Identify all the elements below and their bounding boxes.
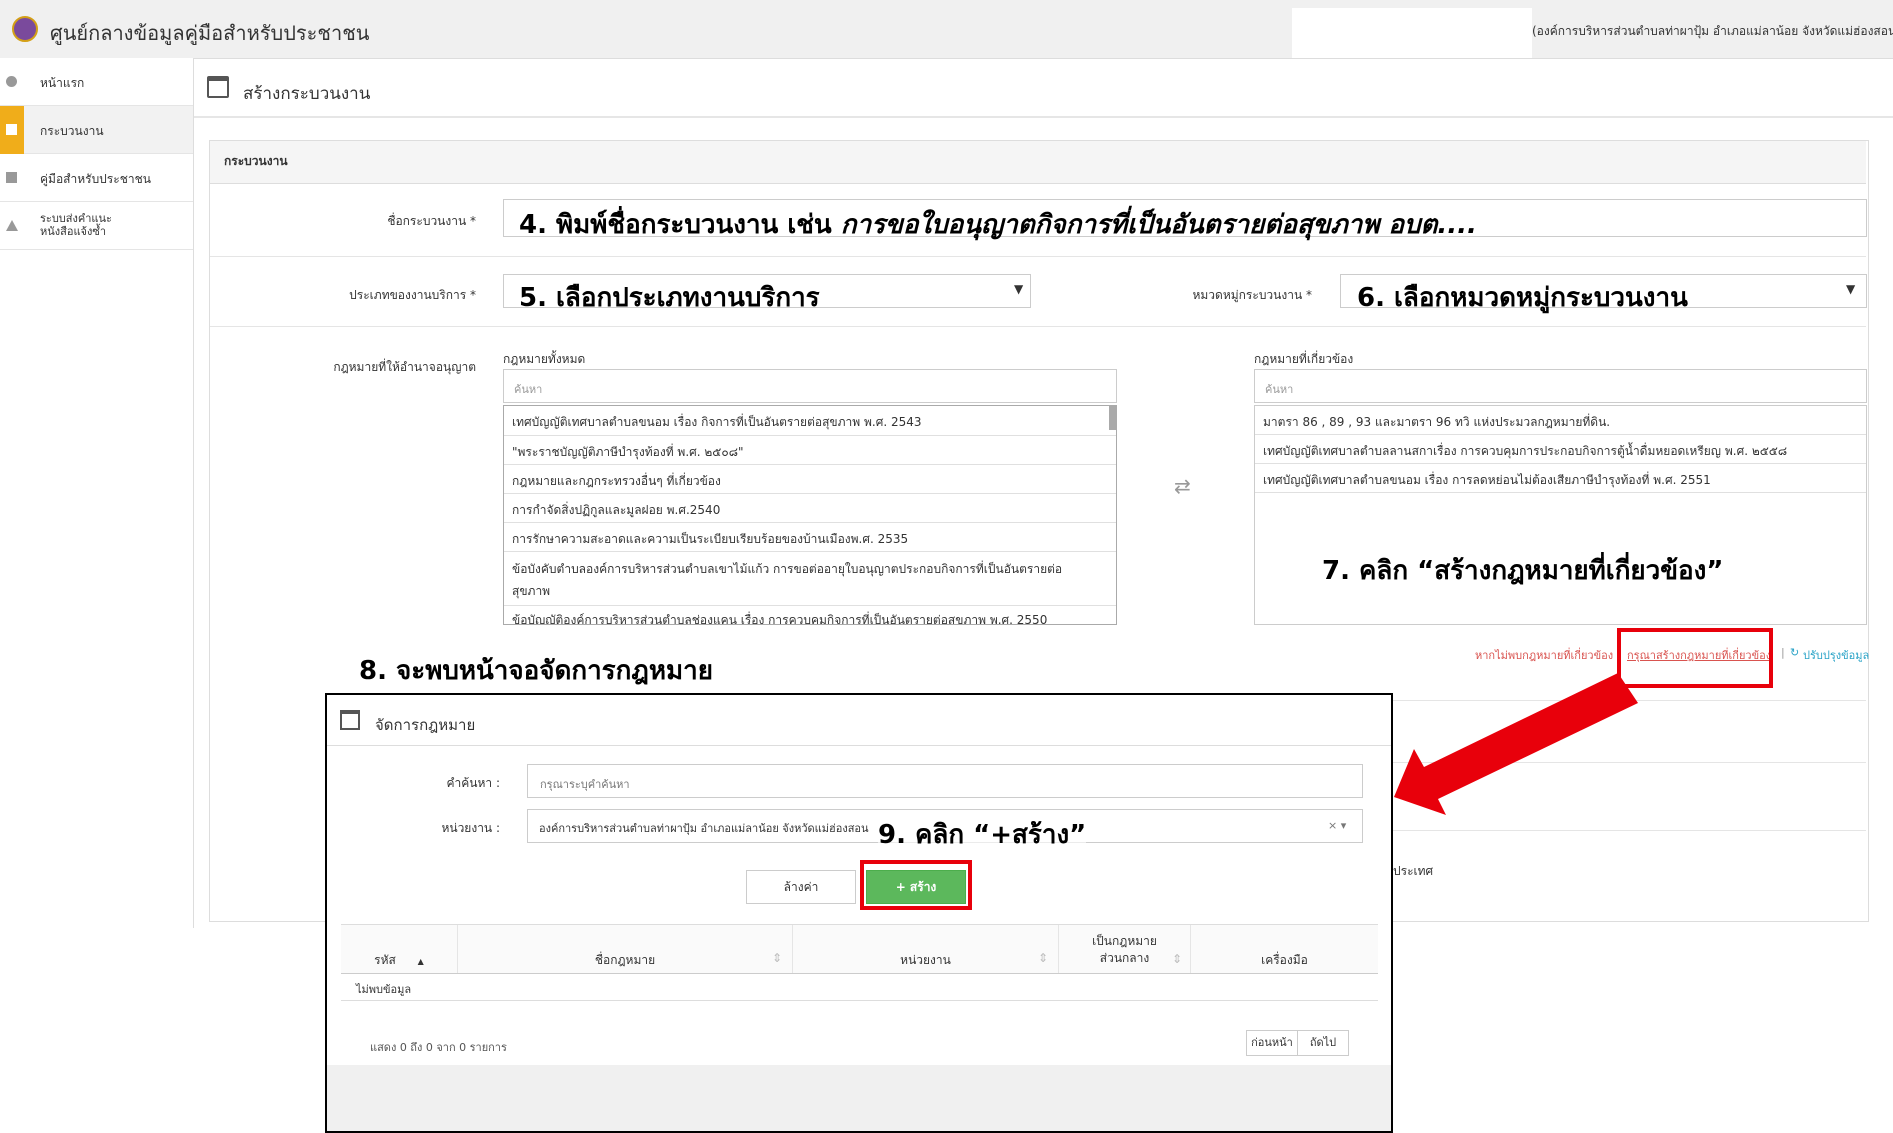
table-info: แสดง 0 ถึง 0 จาก 0 รายการ [370,1041,507,1054]
list-item[interactable]: กฎหมายและกฎกระทรวงอื่นๆ ที่เกี่ยวข้อง [504,465,1116,494]
divider [1393,830,1866,831]
keyword-label: คำค้นหา : [446,776,500,790]
annotation-step9: 9. คลิก “+สร้าง” [878,814,1087,855]
service-type-label: ประเภทของงานบริการ * [349,288,476,302]
table-header: รหัส ▲ ชื่อกฎหมาย ⇕ หน่วยงาน ⇕ เป็นกฎหมาย … [341,924,1378,974]
sort-icon: ⇕ [1171,952,1182,966]
logo-icon [12,16,38,42]
process-name-label: ชื่อกระบวนงาน * [387,214,476,228]
sort-up-icon: ▲ [417,957,424,966]
list-item[interactable]: "พระราชบัญญัติภาษีบำรุงท้องที่ พ.ศ. ๒๕๐๘… [504,436,1116,465]
transfer-icon[interactable]: ⇄ [1174,474,1191,498]
page-header [194,58,1893,118]
panel-header [210,141,1866,184]
refresh-link[interactable]: ปรับปรุงข้อมูล [1803,646,1869,664]
not-found-text: หากไม่พบกฎหมายที่เกี่ยวข้อง [1475,649,1614,662]
sidebar-item-label: ระบบส่งคำแนะ หนังสือแจ้งซ้ำ [40,212,112,238]
next-page-button[interactable]: ถัดไป [1297,1030,1349,1056]
list-item[interactable]: เทศบัญญัติเทศบาลตำบลลานสกาเรื่อง การควบค… [1255,435,1866,464]
red-arrow-icon [1394,673,1638,815]
chevron-down-icon: ▼ [1014,282,1024,296]
warning-icon [6,220,18,231]
column-header-code[interactable]: รหัส ▲ [341,925,457,973]
table-empty-row: ไม่พบข้อมูล [341,972,1378,1001]
all-laws-list[interactable]: เทศบัญญัติเทศบาลตำบลขนอม เรื่อง กิจการที… [503,405,1117,625]
country-text: ประเทศ [1393,864,1434,878]
folder-icon [6,124,17,135]
sidebar-item-home[interactable]: หน้าแรก [0,58,193,106]
list-item[interactable]: เทศบัญญัติเทศบาลตำบลขนอม เรื่อง การลดหย่… [1255,464,1866,493]
column-header-tools: เครื่องมือ [1190,925,1378,973]
chevron-down-icon: ▼ [1846,282,1856,296]
agency-label: หน่วยงาน : [441,821,500,835]
keyword-input[interactable]: กรุณาระบุคำค้นหา [527,764,1363,798]
agency-value: องค์การบริหารส่วนตำบลท่าผาปุ้ม อำเภอแม่ล… [539,822,869,835]
law-label: กฎหมายที่ให้อำนาจอนุญาต [333,360,476,374]
app-title: ศูนย์กลางข้อมูลคู่มือสำหรับประชาชน [50,21,370,45]
column-header-agency[interactable]: หน่วยงาน ⇕ [792,925,1058,973]
sidebar: หน้าแรก กระบวนงาน คู่มือสำหรับประชาชน ระ… [0,58,194,928]
related-laws-search[interactable]: ค้นหา [1254,369,1867,403]
sidebar-item-label: หน้าแรก [40,76,85,90]
divider [327,745,1391,746]
scrollbar-thumb[interactable] [1109,406,1116,430]
modal-title: จัดการกฎหมาย [375,716,476,734]
sidebar-item-label: คู่มือสำหรับประชาชน [40,172,151,186]
all-laws-title: กฎหมายทั้งหมด [503,352,586,366]
page-title: สร้างกระบวนงาน [243,84,371,104]
panel-title: กระบวนงาน [224,154,288,168]
annotation-step6: 6. เลือกหมวดหมู่กระบวนงาน [1357,283,1688,313]
column-header-central-law[interactable]: เป็นกฎหมาย ส่วนกลาง ⇕ [1058,925,1190,973]
divider [210,326,1866,327]
annotation-step8: 8. จะพบหน้าจอจัดการกฎหมาย [359,656,713,686]
list-item[interactable]: เทศบัญญัติเทศบาลตำบลขนอม เรื่อง กิจการที… [504,406,1116,436]
link-separator: | [1781,646,1785,659]
highlight-box [860,860,972,910]
clear-select-icon[interactable]: × ▾ [1328,819,1346,832]
divider [210,256,1866,257]
sort-icon: ⇕ [1037,951,1048,965]
annotation-step5: 5. เลือกประเภทงานบริการ [519,283,820,313]
list-item[interactable]: ข้อบังคับตำบลองค์การบริหารส่วนตำบลเขาไม้… [504,552,1116,606]
highlight-box [1617,628,1773,688]
book-icon [6,172,17,183]
globe-icon [6,76,17,87]
list-item[interactable]: ข้อบัญญัติองค์การบริหารส่วนตำบลช่องแคน เ… [504,606,1116,624]
sort-icon: ⇕ [771,951,782,965]
calendar-icon [340,710,360,730]
column-header-law-name[interactable]: ชื่อกฎหมาย ⇕ [457,925,792,973]
modal-footer [327,1065,1391,1131]
sidebar-item-label: กระบวนงาน [40,124,104,138]
clear-button[interactable]: ล้างค่า [746,870,856,904]
org-name-dropdown[interactable]: (องค์การบริหารส่วนตำบลท่าผาปุ้ม อำเภอแม่… [1532,22,1893,41]
list-item[interactable]: การรักษาความสะอาดและความเป็นระเบียบเรียบ… [504,523,1116,552]
sidebar-item-process[interactable]: กระบวนงาน [0,106,193,154]
annotation-step7: 7. คลิก “สร้างกฎหมายที่เกี่ยวข้อง” [1322,556,1724,586]
related-laws-list[interactable]: มาตรา 86 , 89 , 93 และมาตรา 96 ทวิ แห่งป… [1254,405,1867,625]
list-item[interactable]: การกำจัดสิ่งปฏิกูลและมูลฝอย พ.ศ.2540 [504,494,1116,523]
related-laws-title: กฎหมายที่เกี่ยวข้อง [1254,352,1354,366]
all-laws-search[interactable]: ค้นหา [503,369,1117,403]
sidebar-item-manual[interactable]: คู่มือสำหรับประชาชน [0,154,193,202]
annotation-step4: 4. พิมพ์ชื่อกระบวนงาน เช่น การขอใบอนุญาต… [519,210,1477,240]
refresh-icon[interactable]: ↻ [1790,646,1799,659]
prev-page-button[interactable]: ก่อนหน้า [1246,1030,1298,1056]
list-item[interactable]: มาตรา 86 , 89 , 93 และมาตรา 96 ทวิ แห่งป… [1255,406,1866,435]
calendar-icon [207,76,229,98]
user-box [1292,8,1532,58]
sidebar-item-notify[interactable]: ระบบส่งคำแนะ หนังสือแจ้งซ้ำ [0,202,193,250]
category-label: หมวดหมู่กระบวนงาน * [1192,288,1312,302]
